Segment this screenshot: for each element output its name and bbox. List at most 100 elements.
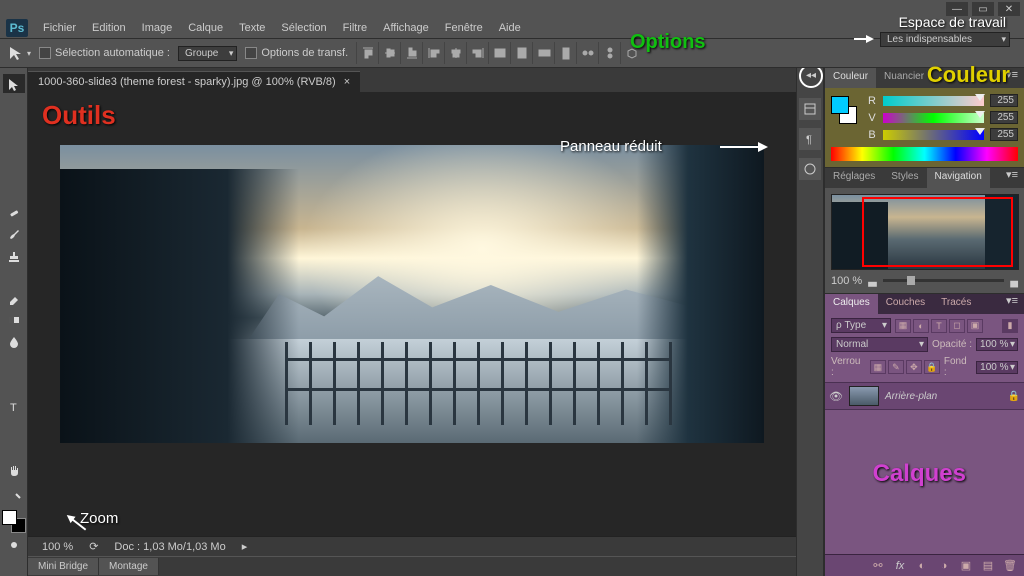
lock-all-icon[interactable]: 🔒 [924,360,940,374]
layer-filter-kind[interactable]: ρ Type [831,318,891,333]
transform-checkbox[interactable]: Options de transf. [245,47,348,59]
zoom-in-icon[interactable]: ▄ [1010,275,1018,287]
panel-menu-icon[interactable]: ▾≡ [1000,294,1024,314]
menu-selection[interactable]: Sélection [274,20,333,36]
shape-tool[interactable] [3,439,25,458]
fill-value[interactable]: 100 % [976,361,1018,374]
crop-tool[interactable] [3,160,25,179]
workspace-dropdown[interactable]: Les indispensables [880,32,1010,47]
blend-mode-dropdown[interactable]: Normal [831,337,928,352]
distribute-4-icon[interactable] [554,42,576,64]
tab-reglages[interactable]: Réglages [825,168,883,188]
new-layer-icon[interactable]: ▤ [980,558,996,574]
marquee-tool[interactable] [3,95,25,114]
menu-aide[interactable]: Aide [492,20,528,36]
filter-adjust-icon[interactable]: ◐ [913,319,929,333]
lock-pos-icon[interactable]: ✥ [906,360,922,374]
tab-couches[interactable]: Couches [878,294,933,314]
filter-toggle[interactable]: ▮ [1002,319,1018,333]
document-tab[interactable]: 1000-360-slide3 (theme forest - sparky).… [28,71,360,92]
wand-tool[interactable] [3,138,25,157]
brush-tool[interactable] [3,224,25,243]
close-tab-icon[interactable]: × [344,76,350,88]
collapsed-panel-icon-3[interactable] [799,158,821,180]
expand-dock-icon[interactable]: ◂◂ [803,70,819,82]
zoom-level[interactable]: 100 % [36,540,79,554]
group-icon[interactable]: ▣ [958,558,974,574]
window-minimize[interactable]: — [946,2,968,16]
panel-menu-icon[interactable]: ▾≡ [1000,168,1024,188]
stamp-tool[interactable] [3,246,25,265]
menu-fenetre[interactable]: Fenêtre [438,20,490,36]
path-select-tool[interactable] [3,418,25,437]
mini-bridge-tab[interactable]: Mini Bridge [28,558,99,575]
collapsed-panel-icon-2[interactable]: ¶ [799,128,821,150]
move-tool[interactable] [3,74,25,93]
tab-couleur[interactable]: Couleur [825,68,876,88]
canvas[interactable] [28,92,796,536]
tab-nuancier[interactable]: Nuancier [876,68,932,88]
gradient-tool[interactable] [3,310,25,329]
color-value[interactable]: 255 [990,128,1018,141]
color-value[interactable]: 255 [990,94,1018,107]
eraser-tool[interactable] [3,289,25,308]
eyedropper-tool[interactable] [3,181,25,200]
dodge-tool[interactable] [3,353,25,372]
distribute-5-icon[interactable] [576,42,598,64]
visibility-icon[interactable]: 👁 [829,390,843,403]
collapsed-panel-icon-1[interactable] [799,98,821,120]
layer-row[interactable]: 👁 Arrière-plan 🔒 [825,382,1024,410]
distribute-6-icon[interactable] [598,42,620,64]
nav-zoom-slider[interactable] [883,279,1005,282]
menu-image[interactable]: Image [135,20,180,36]
menu-texte[interactable]: Texte [232,20,272,36]
foreground-swatch[interactable] [2,510,17,525]
navigator-viewport[interactable] [862,197,1013,267]
tab-calques[interactable]: Calques [825,294,878,314]
color-slider[interactable] [883,113,984,123]
distribute-1-icon[interactable] [488,42,510,64]
active-tool-indicator[interactable]: ▾ [8,45,31,61]
link-layers-icon[interactable]: ⚯ [870,558,886,574]
layer-name[interactable]: Arrière-plan [885,391,937,402]
tab-styles[interactable]: Styles [883,168,926,188]
trash-icon[interactable]: 🗑 [1002,558,1018,574]
lock-trans-icon[interactable]: ▦ [870,360,886,374]
color-slider[interactable] [883,130,984,140]
screenmode-tool[interactable] [3,557,25,576]
spectrum-bar[interactable] [831,147,1018,161]
pen-tool[interactable] [3,375,25,394]
panel-swatches[interactable] [831,96,857,124]
status-more[interactable]: ▸ [242,540,248,553]
tab-navigation[interactable]: Navigation [927,168,990,188]
filter-smart-icon[interactable]: ▣ [967,319,983,333]
fx-icon[interactable]: fx [892,558,908,574]
color-value[interactable]: 255 [990,111,1018,124]
menu-edition[interactable]: Edition [85,20,133,36]
hand-tool[interactable] [3,461,25,480]
menu-calque[interactable]: Calque [181,20,230,36]
panel-menu-icon[interactable]: ▾≡ [1000,68,1024,88]
opacity-value[interactable]: 100 % [976,338,1018,351]
menu-fichier[interactable]: Fichier [36,20,83,36]
menu-filtre[interactable]: Filtre [336,20,374,36]
align-top-icon[interactable] [356,42,378,64]
window-maximize[interactable]: ▭ [972,2,994,16]
distribute-2-icon[interactable] [510,42,532,64]
nav-zoom[interactable]: 100 % [831,275,862,287]
blur-tool[interactable] [3,332,25,351]
3d-mode-icon[interactable] [620,42,642,64]
lasso-tool[interactable] [3,117,25,136]
menu-affichage[interactable]: Affichage [376,20,436,36]
filter-type-icon[interactable]: T [931,319,947,333]
history-brush-tool[interactable] [3,267,25,286]
zoom-tool[interactable] [3,482,25,501]
status-icon[interactable]: ⟳ [89,540,98,553]
type-tool[interactable]: T [3,396,25,415]
auto-select-checkbox[interactable]: Sélection automatique : [39,47,170,59]
filter-pixel-icon[interactable]: ▦ [895,319,911,333]
align-right-icon[interactable] [466,42,488,64]
tab-traces[interactable]: Tracés [933,294,979,314]
align-vcenter-icon[interactable] [378,42,400,64]
filter-shape-icon[interactable]: ◻ [949,319,965,333]
